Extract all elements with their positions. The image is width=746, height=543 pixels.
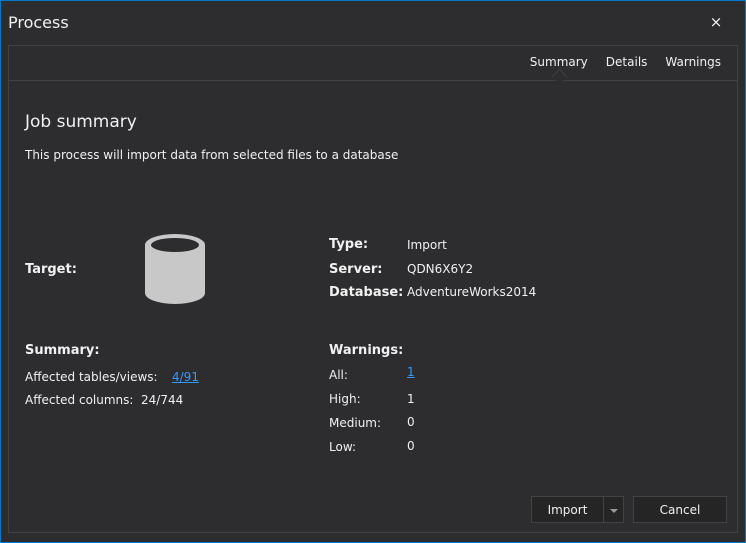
warnings-medium-label: Medium: bbox=[329, 416, 382, 430]
page-description: This process will import data from selec… bbox=[25, 148, 399, 162]
title-bar: Process × bbox=[1, 1, 745, 45]
import-options-dropdown[interactable] bbox=[603, 496, 624, 523]
warnings-label: Warnings: bbox=[329, 343, 404, 358]
server-label: Server: bbox=[329, 262, 383, 277]
server-value: QDN6X6Y2 bbox=[407, 262, 474, 276]
chevron-down-icon bbox=[610, 508, 618, 513]
database-icon bbox=[145, 234, 205, 304]
tab-warnings[interactable]: Warnings bbox=[656, 54, 730, 70]
warnings-low-value: 0 bbox=[407, 439, 415, 453]
database-label: Database: bbox=[329, 285, 404, 300]
type-value: Import bbox=[407, 238, 447, 252]
database-value: AdventureWorks2014 bbox=[407, 285, 537, 299]
window-title: Process bbox=[8, 13, 69, 32]
warnings-high-value: 1 bbox=[407, 392, 415, 406]
process-dialog: Process × Summary Details Warnings Job s… bbox=[0, 0, 746, 543]
type-label: Type: bbox=[329, 237, 369, 252]
close-icon[interactable]: × bbox=[707, 12, 725, 32]
tab-details[interactable]: Details bbox=[597, 54, 657, 70]
warnings-medium-value: 0 bbox=[407, 415, 415, 429]
affected-columns-label: Affected columns: bbox=[25, 393, 134, 407]
affected-tables-link[interactable]: 4/91 bbox=[172, 370, 199, 384]
page-heading: Job summary bbox=[25, 112, 137, 132]
warnings-all-link[interactable]: 1 bbox=[407, 365, 415, 379]
import-button[interactable]: Import bbox=[531, 496, 604, 523]
affected-columns-value: 24/744 bbox=[141, 393, 184, 407]
warnings-low-label: Low: bbox=[329, 440, 357, 454]
cancel-button[interactable]: Cancel bbox=[633, 496, 727, 523]
summary-label: Summary: bbox=[25, 343, 100, 358]
tab-summary[interactable]: Summary bbox=[521, 54, 597, 70]
warnings-all-label: All: bbox=[329, 368, 348, 382]
content-panel: Summary Details Warnings Job summary Thi… bbox=[8, 45, 738, 533]
tab-bar: Summary Details Warnings bbox=[9, 46, 737, 81]
target-label: Target: bbox=[25, 262, 77, 277]
warnings-high-label: High: bbox=[329, 392, 361, 406]
affected-tables-label: Affected tables/views: bbox=[25, 370, 158, 384]
